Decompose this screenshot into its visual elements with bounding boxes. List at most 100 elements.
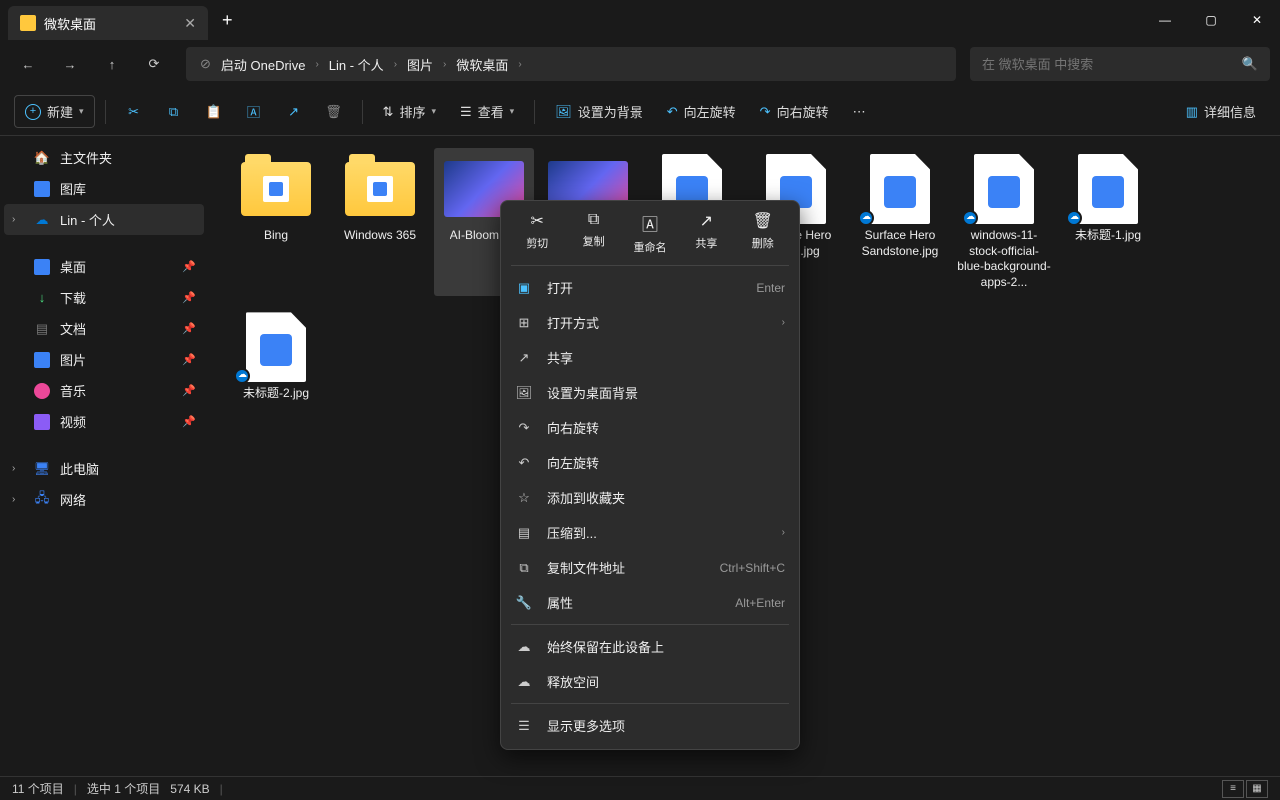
- network-icon: 🖧: [34, 492, 50, 508]
- ctx-free-space[interactable]: ☁释放空间: [501, 664, 799, 699]
- ctx-copy-path[interactable]: ⧉复制文件地址Ctrl+Shift+C: [501, 550, 799, 585]
- rotate-right-button[interactable]: ↷ 向右旋转: [750, 96, 839, 127]
- sort-button[interactable]: ⇅ 排序 ▾: [373, 96, 446, 127]
- ctx-properties[interactable]: 🔧属性Alt+Enter: [501, 585, 799, 620]
- breadcrumb-part[interactable]: 图片: [407, 55, 433, 74]
- close-button[interactable]: ✕: [1234, 0, 1280, 40]
- chevron-right-icon[interactable]: ›: [12, 494, 15, 505]
- onedrive-icon: ☁: [34, 212, 50, 228]
- search-icon[interactable]: 🔍: [1242, 56, 1258, 72]
- separator: [105, 100, 106, 124]
- ctx-open-with[interactable]: ⊞打开方式›: [501, 305, 799, 340]
- chevron-right-icon[interactable]: ›: [12, 214, 15, 225]
- paste-icon[interactable]: 📋: [196, 104, 232, 120]
- ctx-keep-device[interactable]: ☁始终保留在此设备上: [501, 629, 799, 664]
- sidebar-downloads[interactable]: ↓下载📌: [4, 282, 204, 313]
- maximize-button[interactable]: ▢: [1188, 0, 1234, 40]
- breadcrumb-part[interactable]: 微软桌面: [456, 55, 508, 74]
- sidebar-onedrive[interactable]: ›☁Lin - 个人: [4, 204, 204, 235]
- ctx-rotate-right[interactable]: ↷向右旋转: [501, 410, 799, 445]
- chevron-down-icon: ▾: [79, 106, 84, 117]
- search-box[interactable]: 🔍: [970, 47, 1270, 81]
- separator: [511, 703, 789, 704]
- cut-icon[interactable]: ✂: [116, 104, 152, 120]
- pin-icon[interactable]: 📌: [182, 291, 196, 304]
- rotate-left-button[interactable]: ↶ 向左旋转: [657, 96, 746, 127]
- grid-view-button[interactable]: ▦: [1246, 780, 1268, 798]
- separator: [362, 100, 363, 124]
- up-button[interactable]: ↑: [94, 46, 130, 82]
- properties-icon: 🔧: [515, 595, 533, 611]
- rename-icon[interactable]: 🄰: [236, 102, 272, 121]
- more-button[interactable]: ⋯: [843, 98, 876, 126]
- context-menu-actions: ✂剪切 ⧉复制 🄰重命名 ↗共享 🗑删除: [501, 201, 799, 261]
- sidebar-documents[interactable]: ▤文档📌: [4, 313, 204, 344]
- breadcrumb-part[interactable]: Lin - 个人: [329, 55, 384, 74]
- sidebar-pictures[interactable]: 图片📌: [4, 344, 204, 375]
- copy-icon: ⧉: [588, 211, 599, 229]
- share-icon: ↗: [515, 350, 533, 366]
- delete-icon: 🗑: [753, 211, 773, 231]
- pin-icon[interactable]: 📌: [182, 322, 196, 335]
- sidebar-home[interactable]: 🏠主文件夹: [4, 142, 204, 173]
- ctx-rename[interactable]: 🄰重命名: [624, 211, 676, 255]
- file-item[interactable]: 未标题-2.jpg: [226, 306, 326, 408]
- wallpaper-icon: 🖼: [555, 104, 572, 120]
- forward-button[interactable]: →: [52, 46, 88, 82]
- view-button[interactable]: ☰ 查看 ▾: [450, 96, 524, 127]
- share-icon[interactable]: ↗: [276, 104, 312, 120]
- refresh-button[interactable]: ⟳: [136, 46, 172, 82]
- sidebar-network[interactable]: ›🖧网络: [4, 484, 204, 515]
- ctx-open[interactable]: ▣打开Enter: [501, 270, 799, 305]
- pin-icon[interactable]: 📌: [182, 353, 196, 366]
- cloud-icon: [962, 210, 978, 226]
- sidebar-gallery[interactable]: 图库: [4, 173, 204, 204]
- breadcrumb-root[interactable]: 启动 OneDrive: [221, 55, 306, 74]
- pin-icon[interactable]: 📌: [182, 384, 196, 397]
- sidebar-thispc[interactable]: ›🖥此电脑: [4, 453, 204, 484]
- details-button[interactable]: ▥ 详细信息: [1176, 96, 1266, 127]
- desktop-icon: [34, 259, 50, 275]
- breadcrumb[interactable]: ⊘ 启动 OneDrive › Lin - 个人 › 图片 › 微软桌面 ›: [186, 47, 956, 81]
- sidebar-desktop[interactable]: 桌面📌: [4, 251, 204, 282]
- tab-close-icon[interactable]: ✕: [184, 15, 196, 32]
- new-button[interactable]: + 新建 ▾: [14, 95, 95, 128]
- minimize-button[interactable]: —: [1142, 0, 1188, 40]
- ctx-add-favorites[interactable]: ☆添加到收藏夹: [501, 480, 799, 515]
- folder-item[interactable]: Bing: [226, 148, 326, 296]
- copy-icon[interactable]: ⧉: [156, 104, 192, 120]
- list-view-button[interactable]: ≡: [1222, 780, 1244, 798]
- selection-count: 选中 1 个项目: [87, 780, 160, 797]
- ctx-rotate-left[interactable]: ↶向左旋转: [501, 445, 799, 480]
- sidebar-videos[interactable]: 视频📌: [4, 406, 204, 437]
- tab-current[interactable]: 微软桌面 ✕: [8, 6, 208, 40]
- sidebar-music[interactable]: 音乐📌: [4, 375, 204, 406]
- view-toggle: ≡ ▦: [1222, 780, 1268, 798]
- ctx-copy[interactable]: ⧉复制: [568, 211, 620, 255]
- chevron-down-icon: ▾: [510, 106, 515, 117]
- ctx-cut[interactable]: ✂剪切: [511, 211, 563, 255]
- new-tab-button[interactable]: +: [222, 10, 233, 31]
- back-button[interactable]: ←: [10, 46, 46, 82]
- pin-icon[interactable]: 📌: [182, 415, 196, 428]
- statusbar: 11 个项目 | 选中 1 个项目 574 KB | ≡ ▦: [0, 776, 1280, 800]
- tab-title: 微软桌面: [44, 14, 96, 33]
- pin-icon[interactable]: 📌: [182, 260, 196, 273]
- ctx-delete[interactable]: 🗑删除: [737, 211, 789, 255]
- folder-item[interactable]: Windows 365: [330, 148, 430, 296]
- folder-icon: [20, 15, 36, 31]
- file-item[interactable]: 未标题-1.jpg: [1058, 148, 1158, 296]
- image-icon: ▣: [515, 280, 533, 296]
- ctx-more-options[interactable]: ☰显示更多选项: [501, 708, 799, 743]
- ctx-compress[interactable]: ▤压缩到...›: [501, 515, 799, 550]
- file-item[interactable]: windows-11-stock-official-blue-backgroun…: [954, 148, 1054, 296]
- document-icon: ▤: [34, 321, 50, 337]
- ctx-wallpaper[interactable]: 🖼设置为桌面背景: [501, 375, 799, 410]
- ctx-share[interactable]: ↗共享: [680, 211, 732, 255]
- file-item[interactable]: Surface Hero Sandstone.jpg: [850, 148, 950, 296]
- ctx-share-row[interactable]: ↗共享: [501, 340, 799, 375]
- search-input[interactable]: [982, 57, 1234, 72]
- chevron-right-icon[interactable]: ›: [12, 463, 15, 474]
- set-background-button[interactable]: 🖼 设置为背景: [545, 96, 653, 127]
- delete-icon[interactable]: 🗑: [316, 104, 352, 120]
